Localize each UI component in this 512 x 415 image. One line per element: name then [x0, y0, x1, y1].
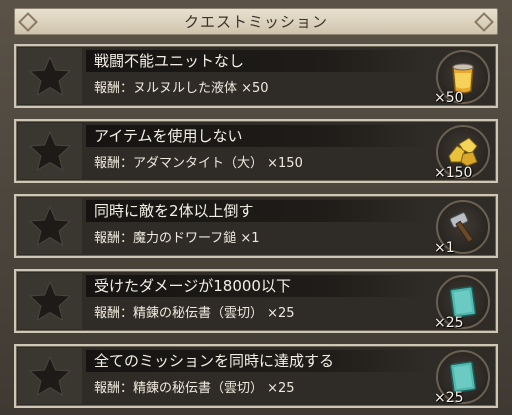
reward-item[interactable]: ×150 [432, 123, 494, 181]
star-icon [18, 48, 82, 104]
mission-reward: 報酬：精錬の秘伝書（雲切） ×25 [94, 381, 295, 396]
mission-title: 同時に敵を2体以上倒す [86, 200, 426, 222]
mission-reward: 報酬：アダマンタイト（大） ×150 [94, 156, 303, 171]
reward-quantity: ×50 [434, 90, 464, 106]
mission-reward: 報酬：ヌルヌルした液体 ×50 [94, 81, 269, 96]
ornament-icon [18, 12, 38, 32]
mission-card: アイテムを使用しない 報酬：アダマンタイト（大） ×150 ×150 [14, 119, 498, 183]
reward-quantity: ×25 [434, 315, 464, 331]
ornament-icon [474, 12, 494, 32]
mission-title: 全てのミッションを同時に達成する [86, 350, 426, 372]
star-icon [18, 123, 82, 179]
reward-item[interactable]: ×25 [432, 348, 494, 406]
star-icon [18, 273, 82, 329]
mission-card: 戦闘不能ユニットなし 報酬：ヌルヌルした液体 ×50 ×50 [14, 44, 498, 108]
mission-title: アイテムを使用しない [86, 125, 426, 147]
mission-reward: 報酬：精錬の秘伝書（雲切） ×25 [94, 306, 295, 321]
mission-reward: 報酬：魔力のドワーフ鎚 ×1 [94, 231, 260, 246]
quest-mission-panel: クエストミッション 戦闘不能ユニットなし 報酬：ヌルヌルした液体 ×50 ×50 [0, 0, 512, 415]
mission-card: 受けたダメージが18000以下 報酬：精錬の秘伝書（雲切） ×25 ×25 [14, 269, 498, 333]
page-title: クエストミッション [183, 13, 328, 31]
header-bar: クエストミッション [14, 8, 498, 35]
star-icon [18, 348, 82, 404]
mission-title: 戦闘不能ユニットなし [86, 50, 426, 72]
reward-item[interactable]: ×25 [432, 273, 494, 331]
reward-item[interactable]: ×1 [432, 198, 494, 256]
star-icon [18, 198, 82, 254]
reward-quantity: ×1 [434, 240, 455, 256]
mission-card: 全てのミッションを同時に達成する 報酬：精錬の秘伝書（雲切） ×25 ×25 [14, 344, 498, 408]
mission-card: 同時に敵を2体以上倒す 報酬：魔力のドワーフ鎚 ×1 ×1 [14, 194, 498, 258]
reward-quantity: ×25 [434, 390, 464, 406]
mission-title: 受けたダメージが18000以下 [86, 275, 426, 297]
reward-item[interactable]: ×50 [432, 48, 494, 106]
reward-quantity: ×150 [434, 165, 473, 181]
